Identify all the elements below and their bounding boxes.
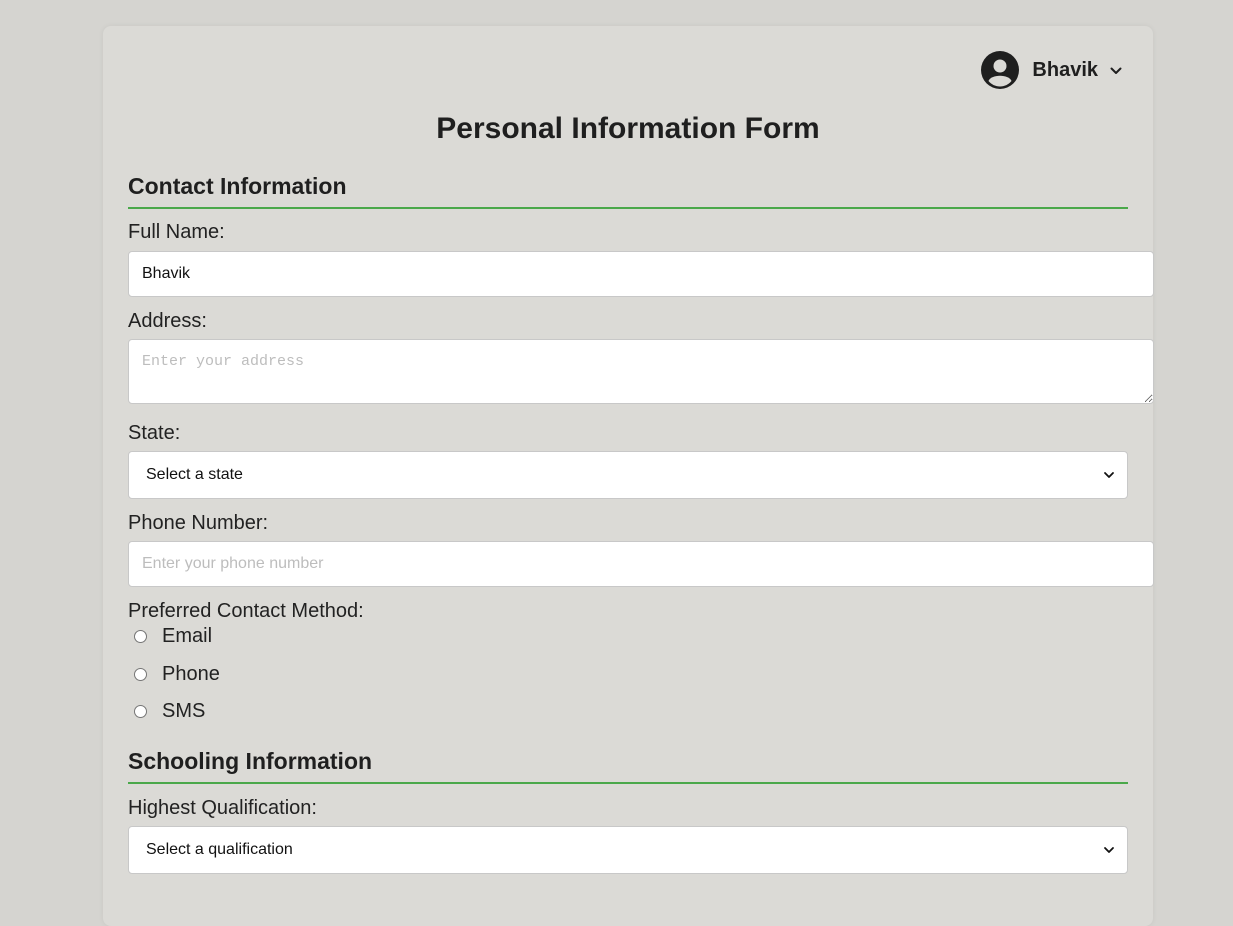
state-label: State: [128,422,181,444]
page-title: Personal Information Form [436,112,820,145]
user-avatar-icon [981,51,1020,89]
qualification-select[interactable]: Select a qualification [128,826,1128,874]
address-textarea[interactable] [128,339,1154,404]
phone-input[interactable] [128,541,1154,587]
full-name-label: Full Name: [128,221,225,243]
contact-section-title: Contact Information [128,173,1128,209]
sms-radio[interactable] [134,705,147,718]
contact-method-label: Preferred Contact Method: [128,600,364,622]
qualification-select-value: Select a qualification [146,841,293,858]
schooling-section-title: Schooling Information [128,748,1128,784]
qualification-label: Highest Qualification: [128,797,317,819]
chevron-down-icon [1110,67,1122,74]
address-label: Address: [128,310,207,332]
form-card: Bhavik Personal Information Form Contact… [103,26,1154,926]
user-menu[interactable]: Bhavik [981,51,1123,89]
state-select-value: Select a state [146,466,243,483]
contact-method-email-option[interactable]: Email [134,625,212,648]
state-select[interactable]: Select a state [128,451,1128,499]
contact-method-phone-option[interactable]: Phone [134,663,220,686]
email-radio[interactable] [134,630,147,643]
email-radio-label: Email [162,625,213,647]
phone-radio-label: Phone [162,663,220,685]
contact-method-sms-option[interactable]: SMS [134,700,205,723]
phone-label: Phone Number: [128,512,269,534]
user-name: Bhavik [1032,58,1098,81]
phone-radio[interactable] [134,668,147,681]
full-name-input[interactable] [128,251,1154,297]
chevron-down-icon [1104,472,1114,478]
sms-radio-label: SMS [162,700,206,722]
chevron-down-icon [1104,847,1114,853]
